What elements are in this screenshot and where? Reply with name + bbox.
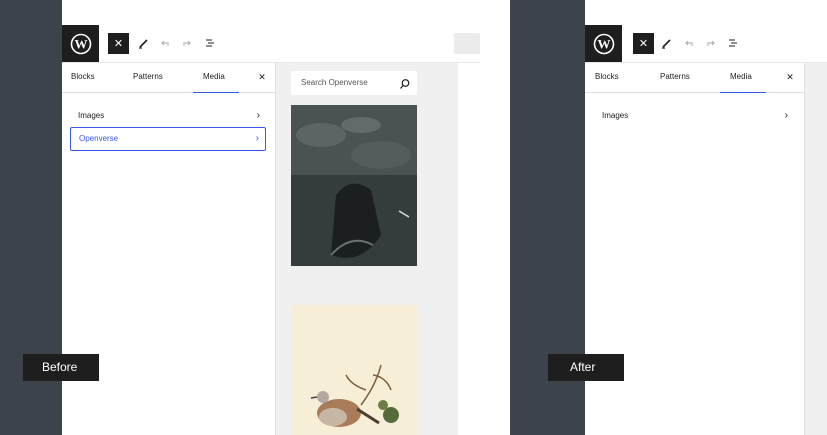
chevron-right-icon: › <box>255 133 259 144</box>
chevron-right-icon: › <box>256 110 260 121</box>
tab-media[interactable]: Media <box>720 63 766 93</box>
category-images[interactable]: Images › <box>594 104 794 128</box>
after-tabs: Blocks Patterns Media ✕ <box>585 63 804 93</box>
before-tabs: Blocks Patterns Media ✕ <box>62 63 275 93</box>
tab-blocks[interactable]: Blocks <box>71 63 95 92</box>
badge-text: Before <box>42 360 78 374</box>
close-icon[interactable]: ✕ <box>108 33 129 54</box>
list-view-icon[interactable] <box>725 35 741 51</box>
tab-patterns[interactable]: Patterns <box>660 63 690 92</box>
wordpress-logo-icon[interactable]: W <box>585 25 622 62</box>
close-icon[interactable]: ✕ <box>784 71 796 83</box>
pencil-icon[interactable] <box>136 35 152 51</box>
undo-icon[interactable] <box>681 35 697 51</box>
redo-icon[interactable] <box>703 35 719 51</box>
media-thumbnail[interactable] <box>291 105 417 266</box>
category-label: Openverse <box>79 134 119 143</box>
chevron-right-icon: › <box>784 110 788 121</box>
before-editor: W ✕ Blocks Patterns Media ✕ Images › Ope… <box>62 25 480 435</box>
before-toolbar: W ✕ <box>62 25 480 63</box>
svg-text:W: W <box>74 36 87 51</box>
toolbar-placeholder <box>454 33 480 54</box>
media-thumbnail[interactable] <box>291 305 417 435</box>
close-icon[interactable]: ✕ <box>633 33 654 54</box>
openverse-panel: Search Openverse <box>276 63 458 435</box>
pencil-icon[interactable] <box>659 35 675 51</box>
list-view-icon[interactable] <box>202 35 218 51</box>
tab-media[interactable]: Media <box>193 63 239 93</box>
before-label: Before <box>23 354 99 381</box>
wordpress-logo-icon[interactable]: W <box>62 25 99 62</box>
undo-icon[interactable] <box>157 35 173 51</box>
canvas-edge <box>805 63 827 435</box>
search-placeholder: Search Openverse <box>301 78 368 87</box>
category-label: Images <box>602 111 629 120</box>
close-icon[interactable]: ✕ <box>256 71 268 83</box>
after-toolbar: W ✕ <box>585 25 827 63</box>
category-openverse[interactable]: Openverse › <box>70 127 266 151</box>
svg-text:W: W <box>597 36 610 51</box>
redo-icon[interactable] <box>179 35 195 51</box>
after-label: After <box>548 354 624 381</box>
badge-text: After <box>570 360 596 374</box>
tab-patterns[interactable]: Patterns <box>133 63 163 92</box>
category-images[interactable]: Images › <box>70 104 266 128</box>
search-icon[interactable] <box>399 76 411 100</box>
category-label: Images <box>78 111 105 120</box>
search-input[interactable]: Search Openverse <box>291 71 417 95</box>
tab-blocks[interactable]: Blocks <box>595 63 619 92</box>
